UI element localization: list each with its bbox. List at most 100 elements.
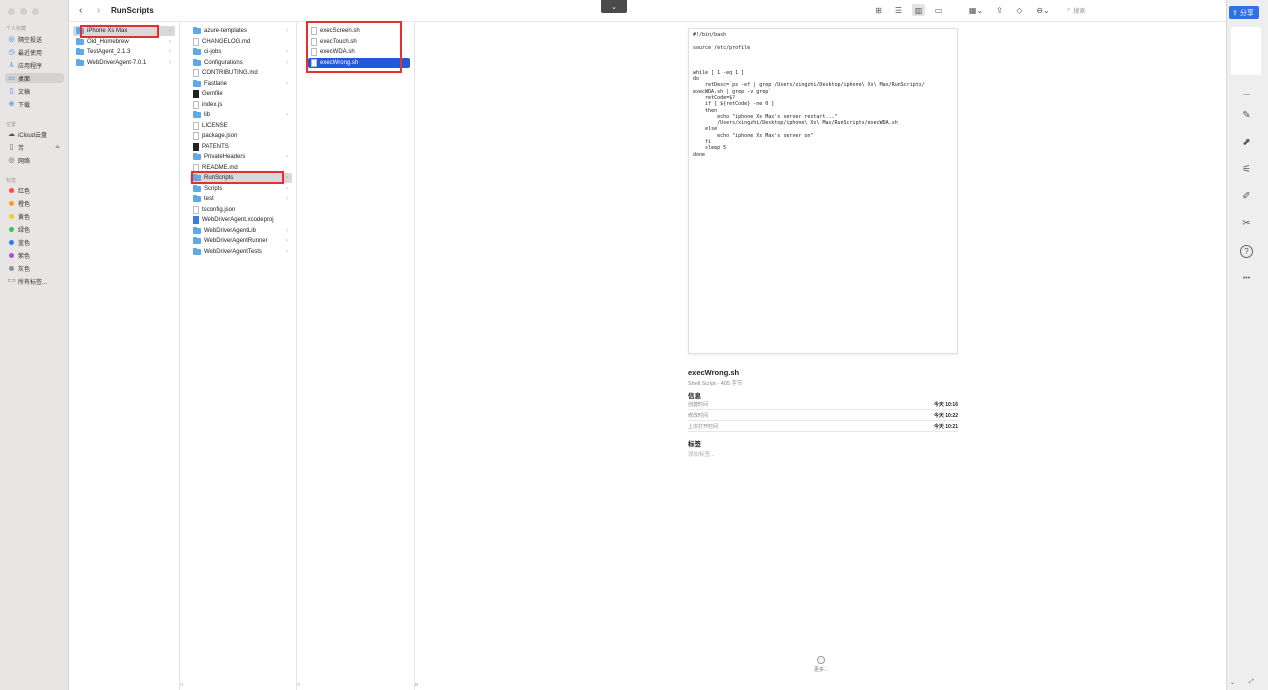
sidebar-item-downloads[interactable]: ⊕ 下载 [5,99,64,109]
list-item[interactable]: WebDriverAgentLib › [190,226,292,236]
list-item[interactable]: WebDriverAgent.xcodeproj [190,215,292,225]
folder-icon [193,79,201,87]
list-item-label: WebDriverAgent.xcodeproj [202,217,274,223]
orange-tag-dot-icon [9,200,14,206]
column-resize-handle[interactable]: ıı [180,682,183,688]
more-actions-icon[interactable]: ⊖⌄ [1033,4,1053,16]
list-item-old-homebrew[interactable]: Old_Homebrew › [73,37,175,47]
pen-icon[interactable]: ✎ [1240,109,1253,122]
search-field[interactable]: ⌕ 搜索 [1067,6,1085,15]
chevron-down-icon[interactable]: ⌄ [1230,679,1235,686]
list-item[interactable]: PrivateHeaders › [190,152,292,162]
annotation-box [80,25,159,38]
more-icon[interactable]: ••• [1240,272,1253,285]
expand-icon[interactable]: ⤢ [1249,679,1254,686]
minimize-window-button[interactable] [20,8,27,15]
list-item-label: WebDriverAgent-7.0.1 [87,59,147,66]
preview-pane: #!/bin/bash source /etc/profile while [ … [415,22,1226,690]
chevron-right-icon: › [286,238,288,244]
column-resize-handle[interactable]: ıı [415,682,418,688]
eject-icon[interactable]: ⏏ [55,144,60,150]
list-item[interactable]: Gemfile [190,89,292,99]
sidebar-tag-red[interactable]: 红色 [5,185,64,195]
sidebar-tag-purple[interactable]: 紫色 [5,250,64,260]
sidebar-all-tags[interactable]: ⊂⊃ 所有标签... [5,276,64,286]
close-window-button[interactable] [8,8,15,15]
more-label: 更多... [814,667,829,673]
column-view-icon[interactable]: ▥ [912,4,925,16]
sidebar-item-label: 黄色 [18,214,31,221]
sidebar-item-documents[interactable]: ▯ 文稿 [5,86,64,96]
list-item[interactable]: WebDriverAgentTests › [190,247,292,257]
list-item[interactable]: CONTRIBUTING.md [190,68,292,78]
search-placeholder: 搜索 [1073,9,1086,15]
back-button[interactable]: ‹ [79,5,82,16]
group-icon[interactable]: ▦⌄ [966,4,986,16]
sidebar-tag-green[interactable]: 绿色 [5,224,64,234]
folder-icon [193,48,201,55]
list-item[interactable]: package.json [190,131,292,141]
list-item-label: Old_Homebrew [87,38,129,45]
info-value: 今天 10:22 [933,412,958,419]
sidebar-tag-orange[interactable]: 橙色 [5,198,64,208]
tools-icon[interactable]: ✂ [1240,217,1253,230]
list-item[interactable]: lib › [190,110,292,120]
all-tags-icon: ⊂⊃ [7,277,16,284]
list-item-label: package.json [202,133,238,139]
annotation-box [191,171,284,184]
list-item-webdriveragent[interactable]: WebDriverAgent-7.0.1 › [73,58,175,68]
script-content: #!/bin/bash source /etc/profile while [ … [693,32,925,158]
file-preview: #!/bin/bash source /etc/profile while [ … [688,28,958,354]
list-item[interactable]: LICENSE [190,121,292,131]
list-item[interactable]: Configurations › [190,58,292,68]
sidebar-tag-yellow[interactable]: 黄色 [5,211,64,221]
download-icon: ⊕ [8,100,15,108]
list-item[interactable]: Fastlane › [190,79,292,89]
list-item[interactable]: Scripts › [190,184,292,194]
list-item-testagent[interactable]: TestAgent_2.1.3 › [73,47,175,57]
list-item-label: LICENSE [202,122,228,129]
sidebar-item-recents[interactable]: ◷ 最近使用 [5,47,64,57]
sidebar-tag-blue[interactable]: 蓝色 [5,237,64,247]
sidebar-tag-gray[interactable]: 灰色 [5,263,64,273]
share-button[interactable]: ⇪ 分享 [1229,6,1259,19]
sliders-icon[interactable]: ⚟ [1240,163,1253,176]
icon-view-icon[interactable]: ⊞ [872,4,885,16]
list-item-label: Configurations [204,59,243,66]
sidebar-item-drive[interactable]: ▯ 芳 ⏏ [5,142,64,152]
list-item[interactable]: index.js [190,100,292,110]
drive-icon: ▯ [9,143,14,151]
file-icon [193,205,199,214]
cursor-icon[interactable]: ⬈ [1240,136,1253,149]
list-item[interactable]: azure-templates › [190,26,292,36]
chevron-down-icon[interactable]: ⌄ [601,0,627,13]
list-item[interactable]: CHANGELOG.md [190,37,292,47]
edit-box-icon[interactable]: ✐ [1240,190,1253,203]
sidebar-item-airdrop[interactable]: ◎ 隔空投送 [5,34,64,44]
list-item[interactable]: tsconfig.json [190,205,292,215]
more-button[interactable]: ⋯ 更多... [814,656,828,673]
forward-button[interactable]: › [97,5,100,16]
list-item[interactable]: WebDriverAgentRunner › [190,236,292,246]
chevron-right-icon: › [286,196,288,202]
gallery-view-icon[interactable]: ▭ [932,4,945,16]
column-resize-handle[interactable]: ıı [297,682,300,688]
share-icon[interactable]: ⇪ [993,4,1006,16]
tag-icon[interactable]: ◇ [1013,4,1026,16]
zoom-window-button[interactable] [32,8,39,15]
xcodeproj-icon [193,216,199,224]
sidebar-item-applications[interactable]: ⅄ 应用程序 [5,60,64,70]
list-view-icon[interactable]: ☰ [892,4,905,16]
list-item[interactable]: test › [190,194,292,204]
minus-icon[interactable]: — [1240,88,1253,101]
sidebar-item-desktop[interactable]: ▭ 桌面 [5,73,64,83]
list-item[interactable]: ci-jobs › [190,47,292,57]
add-tag-field[interactable]: 添加标签... [688,450,715,458]
sidebar-item-icloud[interactable]: ☁ iCloud云盘 [5,129,64,139]
help-icon[interactable]: ? [1240,245,1253,258]
sidebar-item-network[interactable]: ◎ 网络 [5,155,64,165]
list-item[interactable]: PATENTS [190,142,292,152]
file-icon [193,37,199,46]
cloud-icon: ☁ [8,130,15,138]
list-item-label: CHANGELOG.md [202,38,251,45]
